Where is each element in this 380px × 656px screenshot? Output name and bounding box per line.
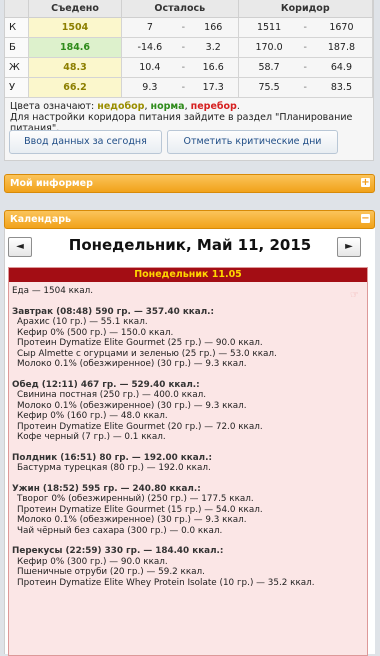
eaten-value: 184.6: [28, 37, 122, 58]
arrow-right-icon: ►: [345, 241, 353, 252]
meal-item: Протеин Dymatize Elite Gourmet (25 гр.) …: [17, 338, 263, 348]
header-range: Коридор: [238, 0, 373, 18]
separator: -: [177, 17, 189, 38]
meal-title: Обед (12:11) 467 гр. — 529.40 ккал.:: [12, 379, 200, 390]
informer-bar[interactable]: Мой информер +: [4, 174, 375, 193]
calendar-label: Календарь: [10, 214, 72, 225]
mark-critical-days-button[interactable]: Отметить критические дни: [167, 130, 338, 154]
meal-title: Завтрак (08:48) 590 гр. — 357.40 ккал.:: [12, 306, 214, 317]
header-left: Осталось: [121, 0, 239, 18]
hand-pointer-icon[interactable]: ☞: [350, 290, 359, 301]
range-max: 187.8: [310, 37, 373, 58]
informer-label: Мой информер: [10, 178, 93, 189]
separator: -: [177, 37, 189, 58]
meal-item: Творог 0% (обезжиренный) (250 гр.) — 177…: [17, 494, 254, 504]
meal-item: Кефир 0% (500 гр.) — 150.0 ккал.: [17, 327, 174, 338]
meal-item: Пшеничные отруби (20 гр.) — 59.2 ккал.: [17, 567, 205, 577]
range-min: 170.0: [238, 37, 300, 58]
row-label: Б: [5, 37, 29, 58]
day-entry-box: Понедельник 11.05 ☞ Еда — 1504 ккал. Зав…: [8, 267, 368, 656]
separator: -: [299, 77, 311, 98]
range-min: 58.7: [238, 57, 300, 78]
meal-item: Чай чёрный без сахара (300 гр.) — 0.0 кк…: [17, 525, 223, 536]
eaten-value: 1504: [28, 17, 122, 38]
row-label: У: [5, 77, 29, 98]
table-header-row: Съедено Осталось Коридор: [5, 0, 373, 18]
table-row: Ж 48.3 10.4 - 16.6 58.7 - 64.9: [5, 57, 373, 78]
range-max: 1670: [310, 17, 373, 38]
meal-item: Бастурма турецкая (80 гр.) — 192.0 ккал.: [17, 463, 211, 473]
meal-item: Арахис (10 гр.) — 55.1 ккал.: [17, 317, 148, 327]
separator: -: [177, 57, 189, 78]
legend-over: перебор: [190, 101, 237, 112]
meal-title: Перекусы (22:59) 330 гр. — 184.40 ккал.:: [12, 546, 224, 556]
meal-item: Протеин Dymatize Elite Gourmet (20 гр.) …: [17, 421, 263, 432]
separator: -: [299, 57, 311, 78]
meal-item: Протеин Dymatize Elite Whey Protein Isol…: [17, 577, 315, 588]
left-min: 9.3: [121, 77, 178, 98]
nutrition-table: Съедено Осталось Коридор К 1504 7 - 166 …: [5, 0, 373, 98]
legend-under: недобор: [97, 101, 145, 112]
range-max: 64.9: [310, 57, 373, 78]
meal-item: Молоко 0.1% (обезжиренное) (30 гр.) — 9.…: [17, 400, 247, 411]
prev-day-button[interactable]: ◄: [8, 237, 32, 257]
meal-item: Кефир 0% (160 гр.) — 48.0 ккал.: [17, 411, 168, 421]
row-label: Ж: [5, 57, 29, 78]
calendar-date-title: Понедельник, Май 11, 2015: [68, 236, 312, 254]
meal-title: Ужин (18:52) 595 гр. — 240.80 ккал.:: [12, 483, 201, 494]
plus-icon[interactable]: +: [361, 178, 370, 188]
legend-norm: норма: [150, 101, 185, 112]
separator: -: [177, 77, 189, 98]
enter-today-button[interactable]: Ввод данных за сегодня: [9, 130, 162, 154]
minus-icon[interactable]: −: [361, 214, 370, 224]
day-header: Понедельник 11.05: [9, 268, 367, 282]
left-max: 3.2: [188, 37, 239, 58]
left-max: 16.6: [188, 57, 239, 78]
left-min: 10.4: [121, 57, 178, 78]
eaten-value: 66.2: [28, 77, 122, 98]
nutrition-panel: Съедено Осталось Коридор К 1504 7 - 166 …: [4, 0, 374, 161]
meal-title: Полдник (16:51) 80 гр. — 192.00 ккал.:: [12, 452, 212, 463]
range-min: 75.5: [238, 77, 300, 98]
left-max: 166: [188, 17, 239, 38]
table-row: К 1504 7 - 166 1511 - 1670: [5, 17, 373, 38]
arrow-left-icon: ◄: [16, 241, 24, 252]
separator: -: [299, 37, 311, 58]
left-min: -14.6: [121, 37, 178, 58]
range-max: 83.5: [310, 77, 373, 98]
eaten-value: 48.3: [28, 57, 122, 78]
table-row: Б 184.6 -14.6 - 3.2 170.0 - 187.8: [5, 37, 373, 58]
meal-item: Свинина постная (250 гр.) — 400.0 ккал.: [17, 390, 207, 400]
meal-item: Сыр Almette с огурцами и зеленью (25 гр.…: [17, 348, 277, 359]
table-row: У 66.2 9.3 - 17.3 75.5 - 83.5: [5, 77, 373, 98]
header-eaten: Съедено: [28, 0, 122, 18]
meal-item: Кефир 0% (300 гр.) — 90.0 ккал.: [17, 556, 168, 567]
meal-item: Молоко 0.1% (обезжиренное) (30 гр.) — 9.…: [17, 359, 247, 369]
day-total: Еда — 1504 ккал.: [12, 286, 94, 296]
meal-item: Молоко 0.1% (обезжиренное) (30 гр.) — 9.…: [17, 515, 247, 525]
meal-item: Протеин Dymatize Elite Gourmet (15 гр.) …: [17, 504, 263, 515]
meal-item: Кофе черный (7 гр.) — 0.1 ккал.: [17, 432, 166, 442]
row-label: К: [5, 17, 29, 38]
header-empty: [5, 0, 29, 18]
legend-prefix: Цвета означают:: [10, 101, 95, 112]
separator: -: [299, 17, 311, 38]
calendar-bar[interactable]: Календарь −: [4, 210, 375, 229]
left-max: 17.3: [188, 77, 239, 98]
next-day-button[interactable]: ►: [337, 237, 361, 257]
left-min: 7: [121, 17, 178, 38]
range-min: 1511: [238, 17, 300, 38]
